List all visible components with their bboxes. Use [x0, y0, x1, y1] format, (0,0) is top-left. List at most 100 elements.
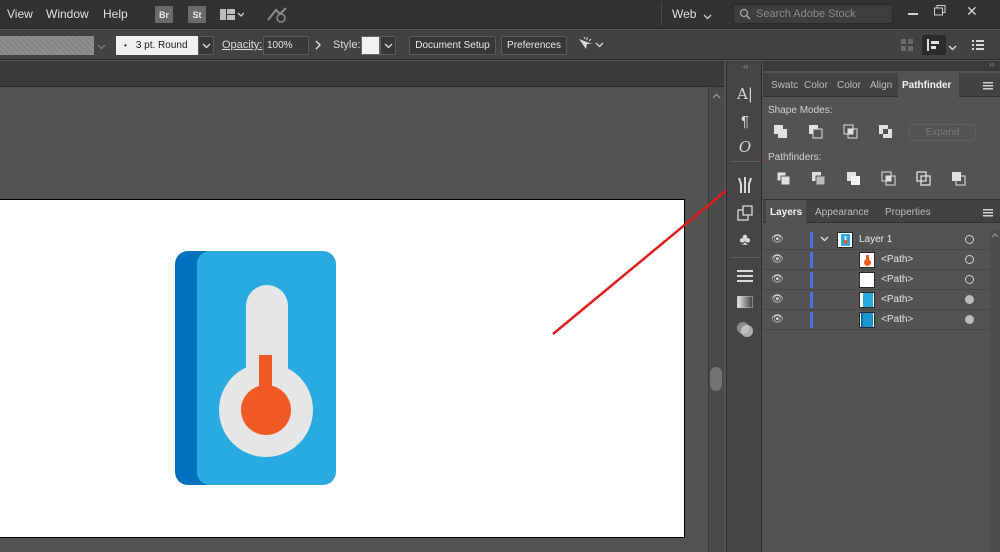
brushes-panel-icon[interactable]	[727, 173, 763, 197]
opentype-panel-icon[interactable]: O	[727, 135, 763, 159]
scrollbar-thumb[interactable]	[710, 367, 722, 391]
pathfinders-label: Pathfinders:	[768, 152, 822, 163]
path-thumbnail	[859, 312, 875, 328]
transform-panel-icon[interactable]	[727, 201, 763, 225]
select-similar-icon[interactable]	[576, 36, 604, 57]
chevron-down-icon[interactable]	[948, 42, 957, 54]
expand-icon[interactable]: ››	[989, 60, 994, 69]
layer-thumbnail	[837, 232, 853, 248]
path-name[interactable]: <Path>	[881, 274, 913, 285]
visibility-eye-icon[interactable]: 👁	[771, 254, 784, 265]
chevron-down-icon[interactable]	[97, 41, 106, 53]
chevron-down-icon	[202, 43, 210, 48]
minus-back-icon[interactable]	[951, 171, 967, 187]
tab-pathfinder[interactable]: Pathfinder	[898, 73, 959, 97]
minus-front-icon[interactable]	[808, 124, 824, 140]
tab-layers[interactable]: Layers	[766, 200, 806, 224]
target-icon[interactable]	[965, 255, 974, 264]
divider	[731, 257, 759, 258]
intersect-icon[interactable]	[843, 124, 859, 140]
tab-swatches[interactable]: Swatc	[767, 73, 802, 97]
stock-button[interactable]: St	[188, 6, 206, 23]
path-name[interactable]: <Path>	[881, 254, 913, 265]
chevron-down-icon[interactable]	[703, 11, 712, 23]
minimize-icon[interactable]	[908, 13, 918, 15]
layers-scrollbar[interactable]	[990, 230, 1000, 552]
layer-row-path[interactable]: 👁 <Path>	[763, 310, 1000, 330]
chevron-right-icon[interactable]	[315, 40, 322, 53]
tab-color-guide[interactable]: Color	[833, 73, 865, 97]
style-dropdown-button[interactable]	[380, 36, 396, 55]
gradient-panel-icon[interactable]	[727, 290, 763, 314]
document-setup-button[interactable]: Document Setup	[409, 36, 496, 55]
layer-row-layer-1[interactable]: 👁 Layer 1	[763, 230, 1000, 250]
variable-width-profile[interactable]	[0, 36, 94, 55]
align-icon[interactable]	[900, 38, 914, 55]
divider	[661, 2, 662, 26]
preferences-button[interactable]: Preferences	[501, 36, 567, 55]
dot-icon: •	[124, 41, 127, 50]
paragraph-panel-icon[interactable]: ¶	[727, 109, 763, 133]
search-icon	[739, 8, 751, 20]
panel-menu-icon[interactable]	[972, 39, 984, 53]
artboard[interactable]	[0, 199, 685, 538]
restore-icon[interactable]	[934, 5, 946, 19]
merge-icon[interactable]	[846, 171, 862, 187]
gpu-performance-icon[interactable]	[266, 6, 288, 27]
transparency-panel-icon[interactable]	[727, 317, 763, 341]
visibility-eye-icon[interactable]: 👁	[771, 314, 784, 325]
layer-row-path[interactable]: 👁 <Path>	[763, 250, 1000, 270]
target-icon[interactable]	[965, 295, 974, 304]
collapse-icon[interactable]: ‹‹	[743, 62, 748, 71]
opacity-label[interactable]: Opacity:	[222, 39, 262, 51]
stroke-panel-icon[interactable]	[727, 264, 763, 288]
visibility-eye-icon[interactable]: 👁	[771, 294, 784, 305]
opacity-input[interactable]: 100%	[263, 36, 309, 55]
panel-menu-icon[interactable]	[983, 208, 993, 220]
vertical-scrollbar[interactable]	[708, 87, 724, 552]
search-input[interactable]: Search Adobe Stock	[733, 4, 893, 24]
layer-name[interactable]: Layer 1	[859, 234, 892, 245]
brush-definition-field[interactable]: • 3 pt. Round	[116, 36, 198, 55]
brush-dropdown-button[interactable]	[198, 36, 214, 55]
close-icon[interactable]: ✕	[966, 3, 978, 20]
character-panel-icon[interactable]: A|	[727, 82, 763, 106]
graphic-style-swatch[interactable]	[361, 36, 380, 55]
top-panel-tabs: Swatc Color Color Align Pathfinder	[763, 73, 1000, 97]
visibility-eye-icon[interactable]: 👁	[771, 274, 784, 285]
target-icon[interactable]	[965, 235, 974, 244]
arrange-panel-button[interactable]	[922, 35, 946, 55]
style-label: Style:	[333, 39, 361, 51]
crop-icon[interactable]	[881, 171, 897, 187]
menu-view[interactable]: View	[7, 7, 33, 21]
layer-row-path[interactable]: 👁 <Path>	[763, 290, 1000, 310]
divide-icon[interactable]	[776, 171, 792, 187]
layer-color-bar	[810, 312, 813, 328]
stroke-profile-value: 3 pt. Round	[135, 40, 188, 51]
expand-button[interactable]: Expand	[909, 124, 976, 141]
tab-properties[interactable]: Properties	[881, 200, 935, 224]
trim-icon[interactable]	[811, 171, 827, 187]
bridge-button[interactable]: Br	[155, 6, 173, 23]
symbols-panel-icon[interactable]: ♣	[727, 228, 763, 252]
tab-appearance[interactable]: Appearance	[811, 200, 873, 224]
arrange-documents-icon[interactable]	[220, 8, 245, 25]
layer-row-path[interactable]: 👁 <Path>	[763, 270, 1000, 290]
panel-menu-icon[interactable]	[983, 81, 993, 93]
chevron-down-icon[interactable]	[820, 236, 829, 242]
outline-icon[interactable]	[916, 171, 932, 187]
menu-help[interactable]: Help	[103, 7, 128, 21]
exclude-icon[interactable]	[878, 124, 894, 140]
visibility-eye-icon[interactable]: 👁	[771, 234, 784, 245]
workspace-switcher[interactable]: Web	[672, 7, 696, 21]
target-icon[interactable]	[965, 275, 974, 284]
path-name[interactable]: <Path>	[881, 314, 913, 325]
unite-icon[interactable]	[773, 124, 789, 140]
dock-header: ››	[763, 60, 1000, 71]
tab-color[interactable]: Color	[800, 73, 832, 97]
tab-align[interactable]: Align	[866, 73, 896, 97]
target-icon[interactable]	[965, 315, 974, 324]
menu-window[interactable]: Window	[46, 7, 89, 21]
path-name[interactable]: <Path>	[881, 294, 913, 305]
thermometer-artwork[interactable]	[0, 200, 685, 539]
